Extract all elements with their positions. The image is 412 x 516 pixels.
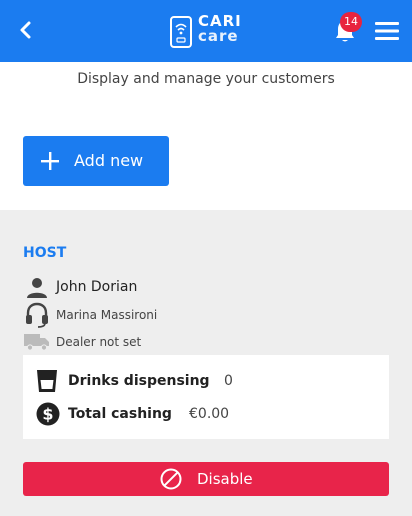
total-cashing-value: €0.00 xyxy=(189,406,230,422)
headset-icon xyxy=(26,302,48,328)
page-subtitle: Display and manage your customers xyxy=(77,71,335,87)
add-new-button[interactable]: Add new xyxy=(23,136,169,186)
notification-badge[interactable]: 14 xyxy=(340,12,362,32)
plus-icon xyxy=(41,152,59,170)
stats-card: Drinks dispensing 0 $ Total cashing €0.0… xyxy=(23,355,389,439)
truck-icon xyxy=(24,334,49,351)
app-logo: CARI care xyxy=(170,14,242,48)
logo-line-2: care xyxy=(198,27,239,45)
operator-name: Marina Massironi xyxy=(56,308,158,322)
drinks-dispensing-value: 0 xyxy=(224,373,233,389)
logo-text: CARI care xyxy=(198,14,242,44)
hamburger-menu-icon[interactable] xyxy=(375,22,399,40)
total-cashing-label: Total cashing xyxy=(68,406,172,422)
customer-name: John Dorian xyxy=(56,279,138,295)
disable-button[interactable]: Disable xyxy=(23,462,389,496)
top-bar: CARI care 14 xyxy=(0,0,412,62)
dealer-status: Dealer not set xyxy=(56,335,142,349)
ban-icon xyxy=(160,468,182,490)
back-arrow-icon[interactable] xyxy=(14,16,38,44)
person-icon xyxy=(27,278,47,298)
cup-icon xyxy=(37,370,57,392)
drinks-dispensing-label: Drinks dispensing xyxy=(68,373,210,389)
dollar-icon: $ xyxy=(36,402,60,426)
disable-label: Disable xyxy=(197,470,253,488)
svg-text:$: $ xyxy=(42,405,53,424)
customer-section-label: HOST xyxy=(23,245,67,261)
logo-phone-icon xyxy=(170,16,192,48)
add-new-label: Add new xyxy=(74,151,144,170)
